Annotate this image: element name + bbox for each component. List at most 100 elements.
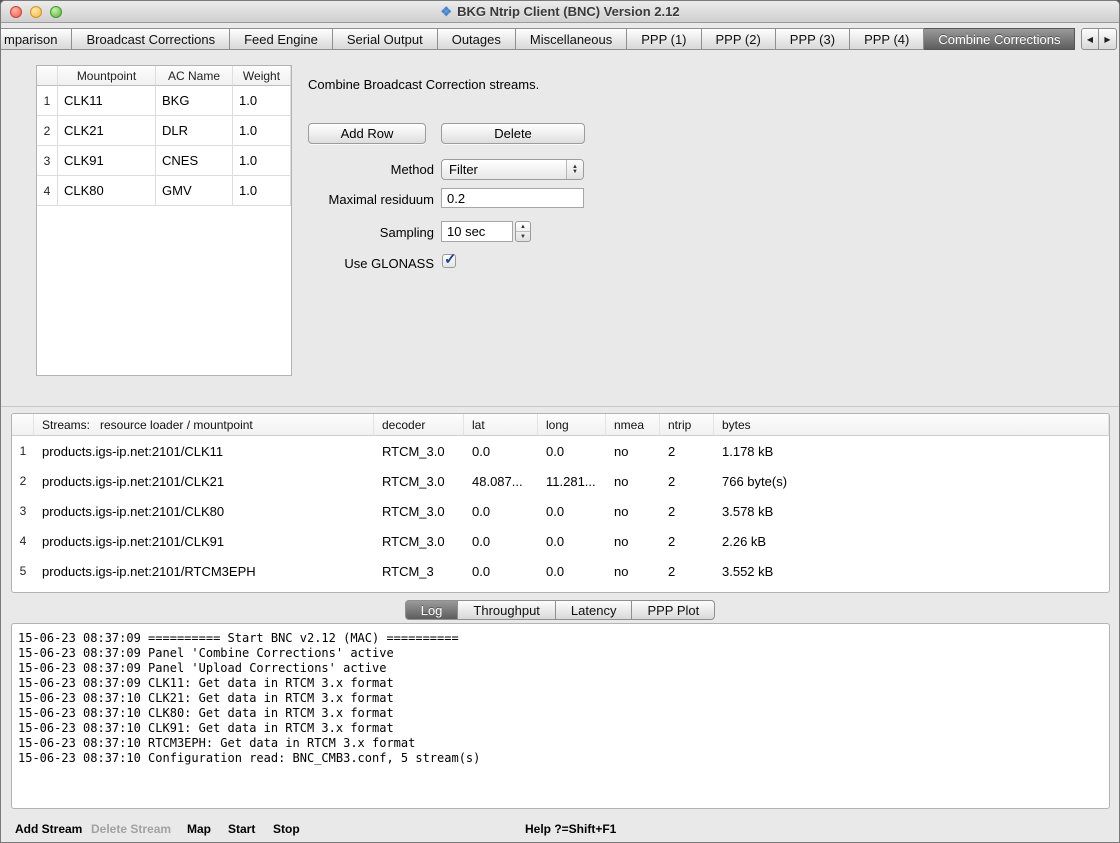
log-line: 15-06-23 08:37:10 CLK80: Get data in RTC… (18, 706, 1103, 721)
col-header-ntrip: ntrip (660, 414, 714, 436)
start-button[interactable]: Start (228, 822, 255, 836)
cell-ntrip[interactable]: 2 (660, 526, 714, 556)
titlebar[interactable]: ❖ BKG Ntrip Client (BNC) Version 2.12 (1, 1, 1119, 23)
tab-scroll-right-icon[interactable]: ▶ (1099, 28, 1117, 50)
streams-table[interactable]: Streams: resource loader / mountpoint de… (11, 413, 1110, 593)
cell-bytes[interactable]: 1.178 kB (714, 436, 1109, 466)
maximal-residuum-input[interactable] (441, 188, 584, 208)
log-panel[interactable]: 15-06-23 08:37:09 ========== Start BNC v… (11, 623, 1110, 809)
cell-mountpoint[interactable]: products.igs-ip.net:2101/CLK11 (34, 436, 374, 466)
cell-decoder[interactable]: RTCM_3 (374, 556, 464, 586)
cell-lat[interactable]: 0.0 (464, 496, 538, 526)
delete-button[interactable]: Delete (441, 123, 585, 144)
spin-up-icon[interactable]: ▲ (516, 222, 530, 232)
tab-ppp-2[interactable]: PPP (2) (702, 28, 776, 50)
combination-table[interactable]: Mountpoint AC Name Weight 1 CLK11 BKG 1.… (36, 65, 292, 376)
tab-outages[interactable]: Outages (438, 28, 516, 50)
cell-long[interactable]: 11.281... (538, 466, 606, 496)
cell-mountpoint[interactable]: products.igs-ip.net:2101/CLK80 (34, 496, 374, 526)
tab-throughput[interactable]: Throughput (458, 600, 556, 620)
maximal-residuum-label: Maximal residuum (251, 192, 434, 207)
tab-scroll-left-icon[interactable]: ◀ (1081, 28, 1099, 50)
tab-feed-engine[interactable]: Feed Engine (230, 28, 333, 50)
tab-combine-corrections[interactable]: Combine Corrections (924, 28, 1075, 50)
cell-decoder[interactable]: RTCM_3.0 (374, 526, 464, 556)
cell-bytes[interactable]: 3.552 kB (714, 556, 1109, 586)
sampling-spinner[interactable]: 10 sec ▲ ▼ (441, 221, 531, 242)
cell-ntrip[interactable]: 2 (660, 436, 714, 466)
app-window: ❖ BKG Ntrip Client (BNC) Version 2.12 mp… (0, 0, 1120, 843)
delete-stream-button[interactable]: Delete Stream (91, 822, 171, 836)
cell-mountpoint[interactable]: CLK91 (58, 146, 156, 176)
cell-ac-name[interactable]: DLR (156, 116, 233, 146)
row-number: 1 (37, 86, 58, 116)
cell-long[interactable]: 0.0 (538, 496, 606, 526)
cell-long[interactable]: 0.0 (538, 526, 606, 556)
cell-lat[interactable]: 48.087... (464, 466, 538, 496)
col-header-lat: lat (464, 414, 538, 436)
cell-mountpoint[interactable]: CLK21 (58, 116, 156, 146)
cell-nmea[interactable]: no (606, 526, 660, 556)
add-stream-button[interactable]: Add Stream (15, 822, 82, 836)
title-area: ❖ BKG Ntrip Client (BNC) Version 2.12 (440, 4, 679, 20)
cell-mountpoint[interactable]: products.igs-ip.net:2101/CLK91 (34, 526, 374, 556)
cell-nmea[interactable]: no (606, 556, 660, 586)
cell-nmea[interactable]: no (606, 496, 660, 526)
cell-decoder[interactable]: RTCM_3.0 (374, 436, 464, 466)
col-header-bytes: bytes (714, 414, 1109, 436)
cell-ntrip[interactable]: 2 (660, 466, 714, 496)
cell-lat[interactable]: 0.0 (464, 436, 538, 466)
row-number: 3 (12, 496, 34, 526)
cell-long[interactable]: 0.0 (538, 556, 606, 586)
cell-lat[interactable]: 0.0 (464, 556, 538, 586)
cell-ntrip[interactable]: 2 (660, 496, 714, 526)
add-row-button[interactable]: Add Row (308, 123, 426, 144)
spin-down-icon[interactable]: ▼ (516, 232, 530, 241)
cell-bytes[interactable]: 766 byte(s) (714, 466, 1109, 496)
cell-bytes[interactable]: 3.578 kB (714, 496, 1109, 526)
cell-mountpoint[interactable]: products.igs-ip.net:2101/RTCM3EPH (34, 556, 374, 586)
zoom-button[interactable] (50, 6, 62, 18)
cell-mountpoint[interactable]: products.igs-ip.net:2101/CLK21 (34, 466, 374, 496)
cell-decoder[interactable]: RTCM_3.0 (374, 496, 464, 526)
method-select[interactable]: Filter ▲▼ (441, 159, 584, 180)
combo-stepper-icon[interactable]: ▲▼ (566, 160, 583, 179)
tab-ppp-plot[interactable]: PPP Plot (632, 600, 715, 620)
cell-weight[interactable]: 1.0 (233, 86, 291, 116)
cell-mountpoint[interactable]: CLK80 (58, 176, 156, 206)
cell-nmea[interactable]: no (606, 436, 660, 466)
sampling-value[interactable]: 10 sec (441, 221, 513, 242)
tab-broadcast-corrections[interactable]: Broadcast Corrections (72, 28, 230, 50)
tab-latency[interactable]: Latency (556, 600, 633, 620)
cell-nmea[interactable]: no (606, 466, 660, 496)
tab-ppp-1[interactable]: PPP (1) (627, 28, 701, 50)
tab-serial-output[interactable]: Serial Output (333, 28, 438, 50)
stop-button[interactable]: Stop (273, 822, 300, 836)
cell-mountpoint[interactable]: CLK11 (58, 86, 156, 116)
main-tabbar: mparison Broadcast Corrections Feed Engi… (1, 28, 1119, 50)
cell-decoder[interactable]: RTCM_3.0 (374, 466, 464, 496)
row-number: 1 (12, 436, 34, 466)
cell-lat[interactable]: 0.0 (464, 526, 538, 556)
log-line: 15-06-23 08:37:10 CLK91: Get data in RTC… (18, 721, 1103, 736)
cell-ac-name[interactable]: CNES (156, 146, 233, 176)
cell-bytes[interactable]: 2.26 kB (714, 526, 1109, 556)
tab-ppp-4[interactable]: PPP (4) (850, 28, 924, 50)
tab-ppp-3[interactable]: PPP (3) (776, 28, 850, 50)
close-button[interactable] (10, 6, 22, 18)
cell-long[interactable]: 0.0 (538, 436, 606, 466)
bottom-tabbar: Log Throughput Latency PPP Plot (1, 600, 1119, 620)
minimize-button[interactable] (30, 6, 42, 18)
cell-ac-name[interactable]: GMV (156, 176, 233, 206)
splitter[interactable] (1, 406, 1119, 407)
map-button[interactable]: Map (187, 822, 211, 836)
tab-log[interactable]: Log (405, 600, 459, 620)
cell-weight[interactable]: 1.0 (233, 116, 291, 146)
col-header-mountpoint: Mountpoint (58, 66, 156, 86)
use-glonass-checkbox[interactable]: ✓ (442, 254, 456, 268)
log-line: 15-06-23 08:37:09 CLK11: Get data in RTC… (18, 676, 1103, 691)
tab-miscellaneous[interactable]: Miscellaneous (516, 28, 627, 50)
cell-ac-name[interactable]: BKG (156, 86, 233, 116)
cell-ntrip[interactable]: 2 (660, 556, 714, 586)
tab-comparison[interactable]: mparison (1, 28, 72, 50)
